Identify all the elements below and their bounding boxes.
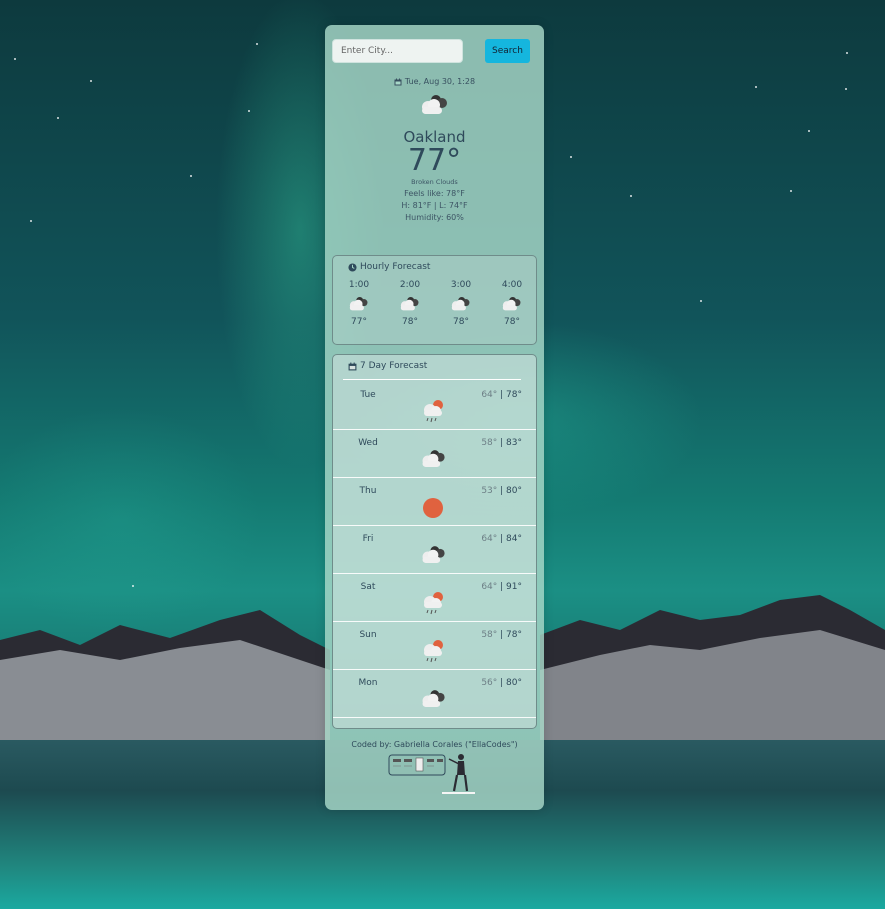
seven-day-forecast-panel: 7 Day Forecast Tue 64° | 78° Wed 58° | 8 <box>332 354 537 729</box>
hour-time: 4:00 <box>501 280 523 290</box>
footer-credit: Coded by: Gabriella Corales ("EllaCodes"… <box>351 740 518 749</box>
day-name: Thu <box>359 486 377 496</box>
temp-separator: | <box>497 486 507 496</box>
temp-separator: | <box>497 534 507 544</box>
weather-card: Search Tue, Aug 30, 1:28 Oakland 77° Bro… <box>325 25 544 810</box>
daily-row-thu: Thu 53° | 80° <box>333 478 536 526</box>
high-low: H: 81°F | L: 74°F <box>401 201 468 210</box>
temp-separator: | <box>497 582 507 592</box>
broken-clouds-icon <box>422 450 445 467</box>
current-temp: 77° <box>407 143 462 178</box>
day-low: 58° <box>481 438 498 448</box>
day-high: 83° <box>506 438 522 448</box>
daily-title-text: 7 Day Forecast <box>360 361 428 371</box>
day-low: 56° <box>481 678 498 688</box>
clock-icon <box>348 262 357 272</box>
day-name: Sat <box>360 582 376 592</box>
hourly-item: 3:00 78° <box>441 280 481 327</box>
daily-row-tue: Tue 64° | 78° <box>333 382 536 430</box>
temp-separator: | <box>497 390 507 400</box>
hour-temp: 77° <box>351 317 367 327</box>
day-name: Mon <box>358 678 378 688</box>
day-low: 64° <box>481 582 498 592</box>
hourly-item: 1:00 77° <box>339 280 379 327</box>
day-high: 78° <box>506 390 522 400</box>
hour-time: 3:00 <box>450 280 472 290</box>
search-bar: Search <box>332 39 537 63</box>
hour-temp: 78° <box>402 317 418 327</box>
day-temp-range: 64° | 78° <box>481 390 522 400</box>
day-low: 58° <box>481 630 498 640</box>
daily-row-mon: Mon 56° | 80° <box>333 670 536 718</box>
day-name: Wed <box>358 438 378 448</box>
current-date: Tue, Aug 30, 1:28 <box>325 77 544 86</box>
search-button[interactable]: Search <box>485 39 530 63</box>
sun-icon <box>423 498 443 518</box>
rain-sun-icon <box>424 640 443 663</box>
day-temp-range: 64° | 84° <box>481 534 522 544</box>
hourly-forecast-panel: Hourly Forecast 1:00 77° 2:00 78° 3:00 7… <box>332 255 537 345</box>
day-name: Sun <box>359 630 377 640</box>
daily-row-sat: Sat 64° | 91° <box>333 574 536 622</box>
day-high: 80° <box>506 486 522 496</box>
day-temp-range: 58° | 78° <box>481 630 522 640</box>
day-low: 64° <box>481 390 498 400</box>
hour-temp: 78° <box>504 317 520 327</box>
temp-separator: | <box>497 438 507 448</box>
weather-description: Broken Clouds <box>411 178 458 186</box>
rain-sun-icon <box>424 400 443 423</box>
temp-separator: | <box>497 678 507 688</box>
broken-clouds-icon <box>421 95 447 114</box>
day-name: Tue <box>360 390 376 400</box>
day-temp-range: 53° | 80° <box>481 486 522 496</box>
day-high: 91° <box>506 582 522 592</box>
broken-clouds-icon <box>422 690 445 707</box>
broken-clouds-icon <box>451 296 470 311</box>
day-low: 64° <box>481 534 498 544</box>
hour-time: 2:00 <box>399 280 421 290</box>
city-search-input[interactable] <box>332 39 463 63</box>
hour-time: 1:00 <box>348 280 370 290</box>
day-high: 78° <box>506 630 522 640</box>
calendar-icon <box>394 78 402 85</box>
broken-clouds-icon <box>400 296 419 311</box>
developer-illustration <box>388 754 475 794</box>
hour-temp: 78° <box>453 317 469 327</box>
day-high: 80° <box>506 678 522 688</box>
day-name: Fri <box>362 534 374 544</box>
day-high: 84° <box>506 534 522 544</box>
humidity: Humidity: 60% <box>405 213 464 222</box>
hourly-title-text: Hourly Forecast <box>360 262 431 272</box>
day-temp-range: 58° | 83° <box>481 438 522 448</box>
broken-clouds-icon <box>349 296 368 311</box>
day-temp-range: 64° | 91° <box>481 582 522 592</box>
broken-clouds-icon <box>502 296 521 311</box>
calendar-icon <box>348 362 357 370</box>
broken-clouds-icon <box>422 546 445 563</box>
hourly-forecast-title: Hourly Forecast <box>348 262 430 272</box>
daily-forecast-title: 7 Day Forecast <box>348 361 427 371</box>
daily-row-wed: Wed 58° | 83° <box>333 430 536 478</box>
current-date-text: Tue, Aug 30, 1:28 <box>404 77 476 86</box>
hourly-item: 2:00 78° <box>390 280 430 327</box>
hourly-list: 1:00 77° 2:00 78° 3:00 78° 4:00 78° <box>339 280 532 327</box>
current-weather: Tue, Aug 30, 1:28 Oakland 77° Broken Clo… <box>325 77 544 222</box>
day-low: 53° <box>481 486 498 496</box>
temp-separator: | <box>497 630 507 640</box>
daily-divider <box>343 379 521 380</box>
daily-row-fri: Fri 64° | 84° <box>333 526 536 574</box>
daily-row-sun: Sun 58° | 78° <box>333 622 536 670</box>
day-temp-range: 56° | 80° <box>481 678 522 688</box>
feels-like: Feels like: 78°F <box>404 189 465 198</box>
rain-sun-icon <box>424 592 443 615</box>
hourly-item: 4:00 78° <box>492 280 532 327</box>
